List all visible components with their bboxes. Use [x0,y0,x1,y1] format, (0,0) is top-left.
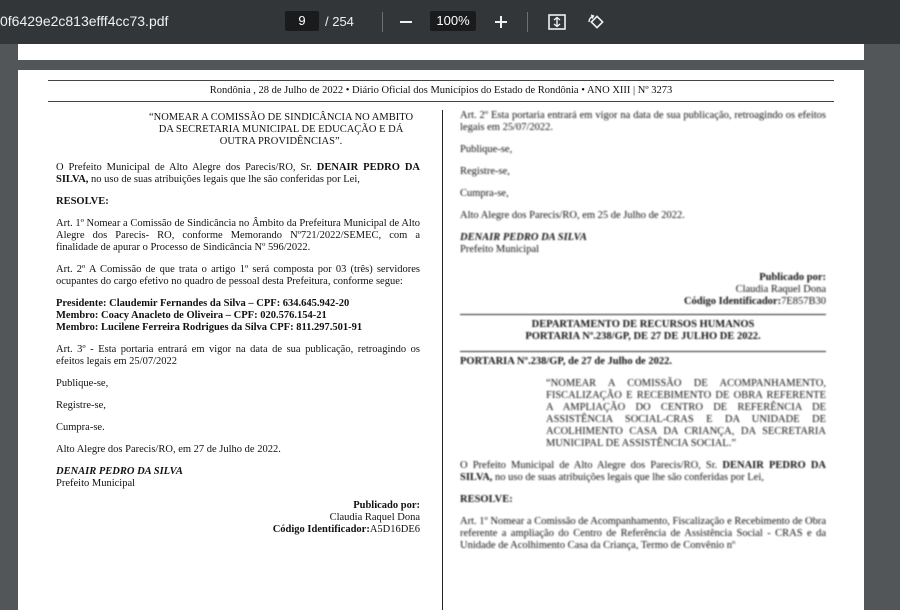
toolbar-divider [382,12,383,32]
plus-icon [495,16,507,28]
article-1: Art. 1º Nomear a Comissão de Sindicância… [56,218,420,253]
resolve-label: RESOLVE: [56,196,109,207]
portaria-heading: “NOMEAR A COMISSÃO DE ACOMPANHAMENTO, FI… [546,378,826,449]
zoom-level-input[interactable]: 100% [430,11,476,31]
intro-paragraph: O Prefeito Municipal de Alto Alegre dos … [460,460,826,483]
department-title: DEPARTAMENTO DE RECURSOS HUMANOS [531,319,755,330]
registre: Registre-se, [460,166,510,177]
member-president: Presidente: Claudemir Fernandes da Silva… [56,298,350,309]
rotate-icon [588,14,604,29]
zoom-in-button[interactable] [489,10,513,34]
intro-paragraph: O Prefeito Municipal de Alto Alegre dos … [56,162,420,185]
toolbar-divider [527,12,528,32]
department-portaria: PORTARIA Nº.238/GP, DE 27 DE JULHO DE 20… [525,331,761,342]
signature-date: Alto Alegre dos Parecis/RO, em 25 de Jul… [460,210,685,221]
page-number-input[interactable]: 9 [285,11,319,31]
fit-page-icon [548,14,566,30]
pdf-toolbar: 0f6429e2c813efff4cc73.pdf 9 / 254 100% [0,0,900,44]
signer-name: DENAIR PEDRO DA SILVA [56,466,183,477]
portaria-title: PORTARIA Nº.238/GP, de 27 de Julho de 20… [460,356,672,367]
zoom-out-button[interactable] [394,10,418,34]
article-1: Art. 1º Nomear a Comissão de Acompanhame… [460,516,826,551]
cumpra: Cumpra-se, [460,188,509,199]
article-3: Art. 3º - Esta portaria entrará em vigor… [56,344,420,367]
pdf-page: Rondônia , 28 de Julho de 2022 • Diário … [18,70,864,610]
previous-page-edge [18,44,864,60]
publisher-name: Claudia Raquel Dona [329,512,420,523]
signature-date: Alto Alegre dos Parecis/RO, em 27 de Jul… [56,444,281,455]
section-separator [460,314,826,315]
page-total: / 254 [325,14,354,29]
left-column: “NOMEAR A COMISSÃO DE SINDICÂNCIA NO AMB… [56,112,420,536]
file-name: 0f6429e2c813efff4cc73.pdf [0,13,169,29]
signer-title: Prefeito Municipal [460,244,540,255]
resolve-label: RESOLVE: [460,494,513,505]
publique: Publique-se, [460,144,513,155]
published-by-label: Publicado por: [353,500,420,511]
identifier-code: Código Identificador:7E857B30 [683,296,826,307]
article-2: Art. 2º Esta portaria entrará em vigor n… [460,110,826,133]
identifier-code: Código Identificador:A5D16DE6 [272,524,420,535]
portaria-heading: “NOMEAR A COMISSÃO DE SINDICÂNCIA NO AMB… [148,112,414,147]
section-separator [460,351,826,352]
signer-name: DENAIR PEDRO DA SILVA [460,232,587,243]
publique: Publique-se, [56,378,109,389]
column-divider [442,110,443,610]
member-1: Membro: Coacy Anacleto de Oliveira – CPF… [56,310,327,321]
registre: Registre-se, [56,400,106,411]
member-2: Membro: Lucilene Ferreira Rodrigues da S… [56,322,363,333]
fit-to-page-button[interactable] [545,10,569,34]
cumpra: Cumpra-se. [56,422,105,433]
minus-icon [400,21,412,23]
rotate-button[interactable] [584,10,608,34]
publisher-name: Claudia Raquel Dona [735,284,826,295]
article-2: Art. 2º A Comissão de que trata o artigo… [56,264,420,287]
right-column: Art. 2º Esta portaria entrará em vigor n… [460,110,826,562]
published-by-label: Publicado por: [759,272,826,283]
signer-title: Prefeito Municipal [56,478,136,489]
page-header: Rondônia , 28 de Julho de 2022 • Diário … [48,80,834,102]
